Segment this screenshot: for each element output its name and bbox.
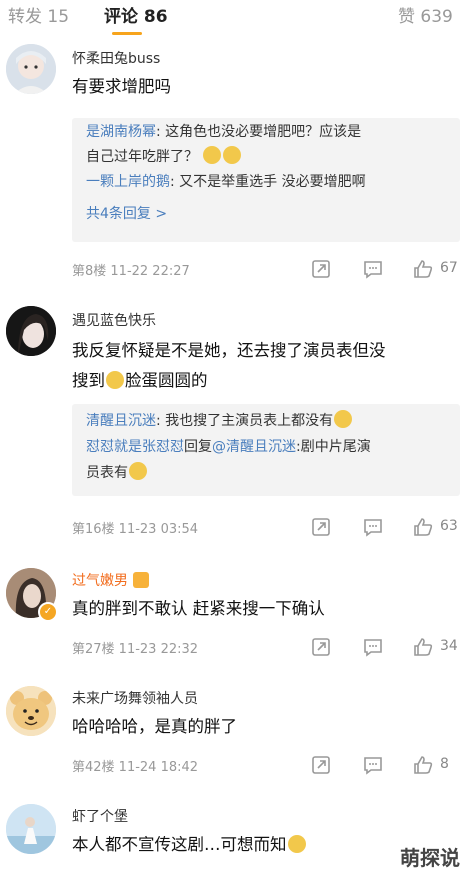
reply-text: : 又不是举重选手 没必要增肥啊 — [170, 174, 366, 190]
comment-meta: 第8楼 11-22 22:27 67 — [72, 258, 468, 280]
floor-timestamp: 第42楼 11-24 18:42 — [72, 760, 199, 775]
share-icon[interactable] — [310, 258, 332, 280]
vip-badge-icon — [133, 572, 150, 588]
awkward-emoji-icon — [287, 835, 306, 853]
comment-text-line: 我反复怀疑是不是她，还去搜了演员表但没 — [72, 341, 386, 360]
reply-box[interactable]: 清醒且沉迷: 我也搜了主演员表上都没有 怼怼就是张怼怼回复@清醒且沉迷:剧中片尾… — [72, 404, 460, 496]
sweat-smile-emoji-icon — [223, 146, 242, 164]
comment-tabs: 转发 15 评论 86 赞 639 — [0, 0, 470, 36]
comment-meta: 第42楼 11-24 18:42 8 — [72, 754, 468, 776]
watermark: 萌探说 — [396, 840, 464, 873]
comment-text: 有要求增肥吗 — [72, 77, 171, 96]
comment-icon[interactable] — [362, 636, 384, 658]
comment-item: ✓ 过气嫩男 真的胖到不敢认 赶紧来搜一下确认 第27楼 11-23 22:32… — [0, 556, 470, 668]
floor-timestamp: 第27楼 11-23 22:32 — [72, 642, 199, 657]
reply-text: 员表有 — [86, 465, 128, 481]
verified-badge-icon: ✓ — [38, 602, 58, 622]
like-count: 67 — [440, 260, 458, 276]
like-count: 8 — [440, 756, 449, 772]
pooh-avatar-icon — [6, 686, 56, 736]
like-icon[interactable] — [412, 516, 434, 538]
comment-meta: 第16楼 11-23 03:54 63 — [72, 516, 468, 538]
user-avatar-icon — [6, 44, 56, 94]
reply-line: 员表有 — [86, 461, 450, 486]
avatar[interactable] — [6, 44, 56, 94]
comment-text-line: 脸蛋圆圆的 — [125, 371, 208, 390]
username[interactable]: 未来广场舞领袖人员 — [72, 688, 198, 708]
reply-text: : 我也搜了主演员表上都没有 — [156, 413, 334, 429]
reply-username[interactable]: 一颗上岸的鹅 — [86, 174, 170, 190]
username[interactable]: 怀柔田兔buss — [72, 48, 160, 68]
comment-icon[interactable] — [362, 516, 384, 538]
laugh-cry-emoji-icon — [106, 371, 124, 389]
share-icon[interactable] — [310, 754, 332, 776]
smile-emoji-icon — [129, 462, 147, 480]
reply-line: 一颗上岸的鹅: 又不是举重选手 没必要增肥啊 — [86, 170, 450, 195]
avatar[interactable] — [6, 306, 56, 356]
avatar[interactable] — [6, 686, 56, 736]
reply-username[interactable]: 清醒且沉迷 — [86, 413, 156, 429]
user-avatar-icon — [6, 804, 56, 854]
tab-reposts[interactable]: 转发 15 — [8, 2, 69, 27]
comment-text: 本人都不宣传这剧…可想而知 — [72, 830, 450, 860]
reply-username[interactable]: 是湖南杨幂 — [86, 124, 156, 140]
username[interactable]: 虾了个堡 — [72, 806, 128, 826]
tab-likes[interactable]: 赞 639 — [398, 2, 453, 27]
floor-timestamp: 第8楼 11-22 22:27 — [72, 264, 190, 279]
reply-line: 自己过年吃胖了？ — [86, 145, 450, 170]
reply-line: 是湖南杨幂: 这角色也没必要增肥吧？应该是 — [86, 120, 450, 145]
like-icon[interactable] — [412, 636, 434, 658]
comment-item: 遇见蓝色快乐 我反复怀疑是不是她，还去搜了演员表但没 搜到 脸蛋圆圆的 清醒且沉迷… — [0, 296, 470, 546]
like-icon[interactable] — [412, 258, 434, 280]
comment-icon[interactable] — [362, 754, 384, 776]
active-tab-indicator — [112, 32, 142, 35]
sweat-smile-emoji-icon — [203, 146, 222, 164]
share-icon[interactable] — [310, 516, 332, 538]
reply-text: :剧中片尾演 — [296, 439, 371, 455]
comment-text: 真的胖到不敢认 赶紧来搜一下确认 — [72, 599, 325, 618]
username[interactable]: 遇见蓝色快乐 — [72, 310, 156, 330]
share-icon[interactable] — [310, 636, 332, 658]
like-icon[interactable] — [412, 754, 434, 776]
reply-username[interactable]: 怼怼就是张怼怼 — [86, 439, 184, 455]
reply-box[interactable]: 是湖南杨幂: 这角色也没必要增肥吧？应该是 自己过年吃胖了？ 一颗上岸的鹅: 又… — [72, 118, 460, 242]
like-count: 34 — [440, 638, 458, 654]
reply-line: 清醒且沉迷: 我也搜了主演员表上都没有 — [86, 409, 450, 434]
comment-text-line: 搜到 — [72, 371, 105, 390]
username[interactable]: 过气嫩男 — [72, 570, 150, 590]
floor-timestamp: 第16楼 11-23 03:54 — [72, 522, 199, 537]
laugh-cry-emoji-icon — [334, 410, 353, 428]
comment-icon[interactable] — [362, 258, 384, 280]
user-avatar-icon — [6, 306, 56, 356]
reply-text: 自己过年吃胖了？ — [86, 149, 198, 165]
comment-text: 我反复怀疑是不是她，还去搜了演员表但没 搜到 脸蛋圆圆的 — [72, 336, 450, 396]
reply-text: 回复 — [184, 439, 212, 455]
tab-comments[interactable]: 评论 86 — [104, 2, 168, 27]
comment-item: 未来广场舞领袖人员 哈哈哈哈，是真的胖了 第42楼 11-24 18:42 8 — [0, 676, 470, 788]
reply-line: 怼怼就是张怼怼回复@清醒且沉迷:剧中片尾演 — [86, 435, 450, 460]
comment-meta: 第27楼 11-23 22:32 34 — [72, 636, 468, 658]
reply-text: : 这角色也没必要增肥吧？应该是 — [156, 124, 362, 140]
avatar[interactable] — [6, 804, 56, 854]
like-count: 63 — [440, 518, 458, 534]
username-text: 过气嫩男 — [72, 573, 128, 589]
comment-text: 哈哈哈哈，是真的胖了 — [72, 717, 237, 736]
comment-text-line: 本人都不宣传这剧…可想而知 — [72, 835, 287, 854]
more-replies-link[interactable]: 共4条回复 > — [86, 203, 167, 223]
reply-mention[interactable]: @清醒且沉迷 — [212, 439, 296, 455]
comment-item: 怀柔田兔buss 有要求增肥吗 是湖南杨幂: 这角色也没必要增肥吧？应该是 自己… — [0, 36, 470, 288]
